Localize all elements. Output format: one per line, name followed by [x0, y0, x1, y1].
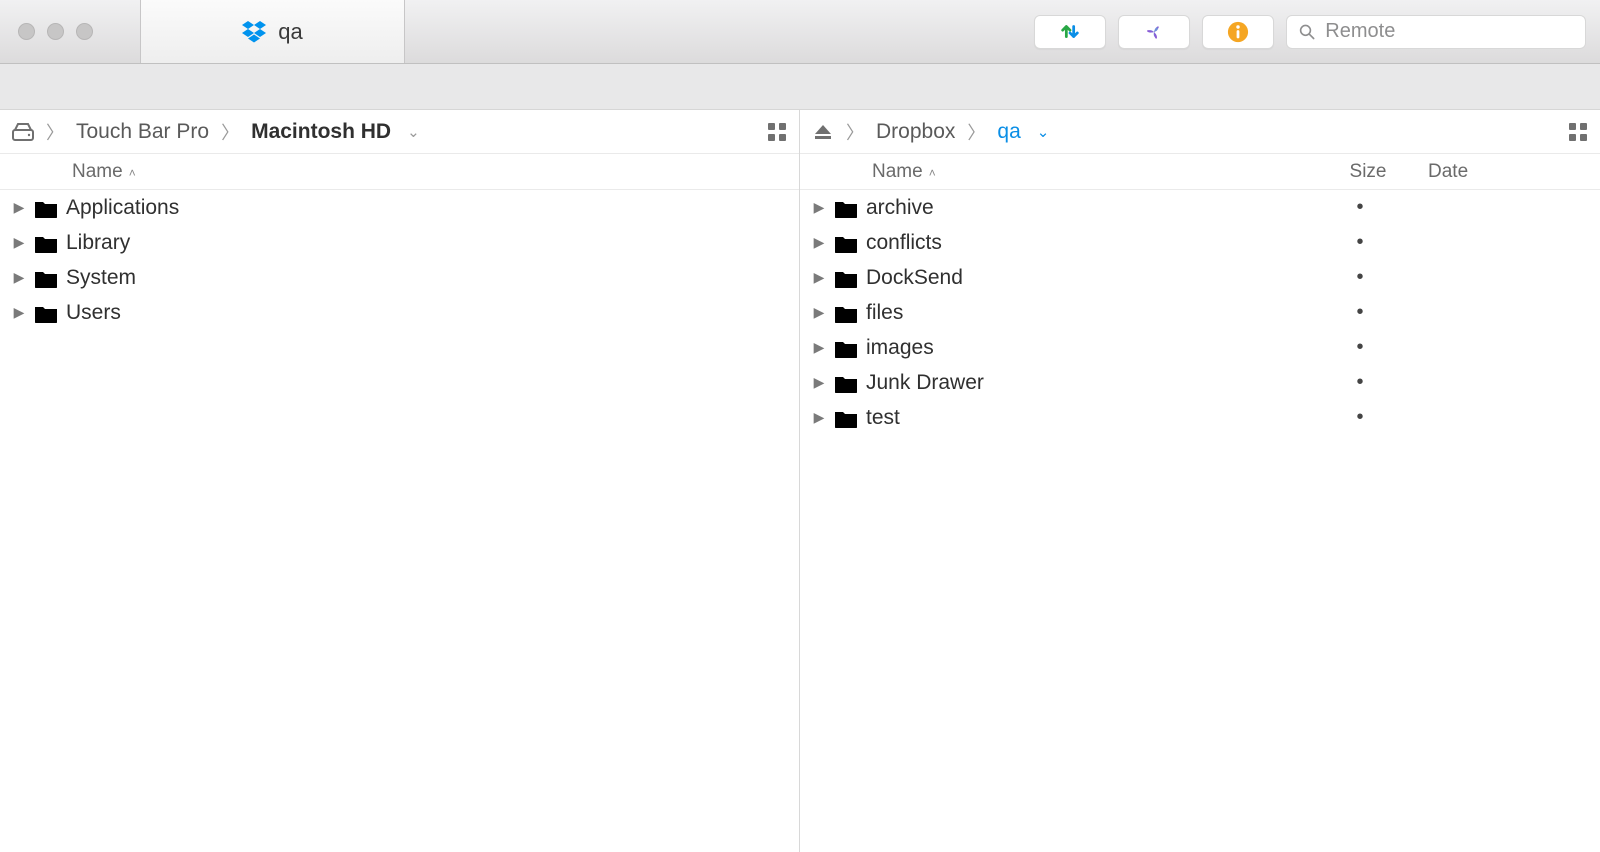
item-size: •	[1300, 406, 1420, 429]
dropbox-icon	[242, 20, 266, 44]
local-listing: ▶ Applications ▶ Library ▶ System ▶ Users	[0, 190, 799, 852]
folder-icon	[34, 198, 58, 218]
chevron-right-icon: 〉	[965, 119, 987, 145]
sort-asc-icon: ˄	[123, 166, 136, 180]
grid-view-button[interactable]	[1568, 122, 1588, 142]
folder-icon	[34, 233, 58, 253]
close-window-button[interactable]	[18, 23, 35, 40]
eject-icon[interactable]	[812, 121, 834, 143]
folder-icon	[834, 233, 858, 253]
remote-column-header: Name˄ Size Date	[800, 154, 1600, 190]
remote-pathbar: 〉 Dropbox 〉 qa ⌄	[800, 110, 1600, 154]
minimize-window-button[interactable]	[47, 23, 64, 40]
item-name: Applications	[66, 196, 787, 220]
drive-icon[interactable]	[12, 121, 34, 143]
breadcrumb-touch-bar-pro[interactable]: Touch Bar Pro	[76, 120, 209, 144]
remote-pane: 〉 Dropbox 〉 qa ⌄ Name˄ Size Date ▶ archiv…	[800, 110, 1600, 852]
item-name: files	[866, 301, 1292, 325]
info-button[interactable]	[1202, 15, 1274, 49]
item-name: Junk Drawer	[866, 371, 1292, 395]
chevron-down-icon[interactable]: ⌄	[401, 123, 420, 141]
disclosure-triangle-icon[interactable]: ▶	[12, 234, 26, 251]
column-name[interactable]: Name˄	[872, 161, 1308, 183]
disclosure-triangle-icon[interactable]: ▶	[812, 374, 826, 391]
item-name: archive	[866, 196, 1292, 220]
local-pane: 〉 Touch Bar Pro 〉 Macintosh HD ⌄ Name˄ ▶…	[0, 110, 800, 852]
item-name: images	[866, 336, 1292, 360]
list-item[interactable]: ▶ test •	[800, 400, 1600, 435]
item-size: •	[1300, 231, 1420, 254]
list-item[interactable]: ▶ Junk Drawer •	[800, 365, 1600, 400]
chevron-right-icon: 〉	[844, 119, 866, 145]
list-item[interactable]: ▶ Library	[0, 225, 799, 260]
remote-search[interactable]	[1286, 15, 1586, 49]
column-name[interactable]: Name˄	[72, 161, 787, 183]
remote-search-input[interactable]	[1325, 20, 1573, 43]
item-size: •	[1300, 371, 1420, 394]
disclosure-triangle-icon[interactable]: ▶	[812, 234, 826, 251]
folder-icon	[34, 268, 58, 288]
disclosure-triangle-icon[interactable]: ▶	[12, 199, 26, 216]
disclosure-triangle-icon[interactable]: ▶	[812, 199, 826, 216]
chevron-right-icon: 〉	[219, 119, 241, 145]
toolbar-right	[1034, 15, 1600, 49]
item-size: •	[1300, 301, 1420, 324]
column-date[interactable]: Date	[1428, 161, 1588, 183]
list-item[interactable]: ▶ DockSend •	[800, 260, 1600, 295]
local-pathbar: 〉 Touch Bar Pro 〉 Macintosh HD ⌄	[0, 110, 799, 154]
chevron-right-icon: 〉	[44, 119, 66, 145]
disclosure-triangle-icon[interactable]: ▶	[812, 339, 826, 356]
list-item[interactable]: ▶ System	[0, 260, 799, 295]
sync-arrows-icon	[1059, 21, 1081, 43]
list-item[interactable]: ▶ conflicts •	[800, 225, 1600, 260]
info-icon	[1227, 21, 1249, 43]
item-size: •	[1300, 336, 1420, 359]
chevron-down-icon[interactable]: ⌄	[1031, 123, 1050, 141]
folder-icon	[834, 303, 858, 323]
disclosure-triangle-icon[interactable]: ▶	[12, 304, 26, 321]
breadcrumb-dropbox[interactable]: Dropbox	[876, 120, 955, 144]
breadcrumb-macintosh-hd[interactable]: Macintosh HD	[251, 120, 391, 144]
item-name: test	[866, 406, 1292, 430]
column-size[interactable]: Size	[1308, 161, 1428, 183]
sync-button[interactable]	[1034, 15, 1106, 49]
item-name: System	[66, 266, 787, 290]
secondary-toolbar	[0, 64, 1600, 110]
zoom-window-button[interactable]	[76, 23, 93, 40]
remote-listing: ▶ archive • ▶ conflicts • ▶ DockSend • ▶ files • ▶ im…	[800, 190, 1600, 852]
item-name: Library	[66, 231, 787, 255]
titlebar: qa	[0, 0, 1600, 64]
folder-icon	[834, 408, 858, 428]
item-name: conflicts	[866, 231, 1292, 255]
disclosure-triangle-icon[interactable]: ▶	[12, 269, 26, 286]
folder-icon	[834, 373, 858, 393]
activity-button[interactable]	[1118, 15, 1190, 49]
item-name: Users	[66, 301, 787, 325]
window-controls	[0, 23, 93, 40]
list-item[interactable]: ▶ archive •	[800, 190, 1600, 225]
sort-asc-icon: ˄	[923, 166, 936, 180]
list-item[interactable]: ▶ Users	[0, 295, 799, 330]
disclosure-triangle-icon[interactable]: ▶	[812, 304, 826, 321]
grid-view-button[interactable]	[767, 122, 787, 142]
disclosure-triangle-icon[interactable]: ▶	[812, 409, 826, 426]
breadcrumb-qa[interactable]: qa	[997, 120, 1020, 144]
item-size: •	[1300, 196, 1420, 219]
disclosure-triangle-icon[interactable]: ▶	[812, 269, 826, 286]
folder-icon	[34, 303, 58, 323]
pinwheel-icon	[1143, 21, 1165, 43]
search-icon	[1299, 23, 1315, 41]
list-item[interactable]: ▶ images •	[800, 330, 1600, 365]
list-item[interactable]: ▶ Applications	[0, 190, 799, 225]
folder-icon	[834, 198, 858, 218]
folder-icon	[834, 268, 858, 288]
tab-label: qa	[278, 19, 302, 45]
item-name: DockSend	[866, 266, 1292, 290]
tab-qa[interactable]: qa	[140, 0, 405, 63]
folder-icon	[834, 338, 858, 358]
local-column-header: Name˄	[0, 154, 799, 190]
item-size: •	[1300, 266, 1420, 289]
list-item[interactable]: ▶ files •	[800, 295, 1600, 330]
